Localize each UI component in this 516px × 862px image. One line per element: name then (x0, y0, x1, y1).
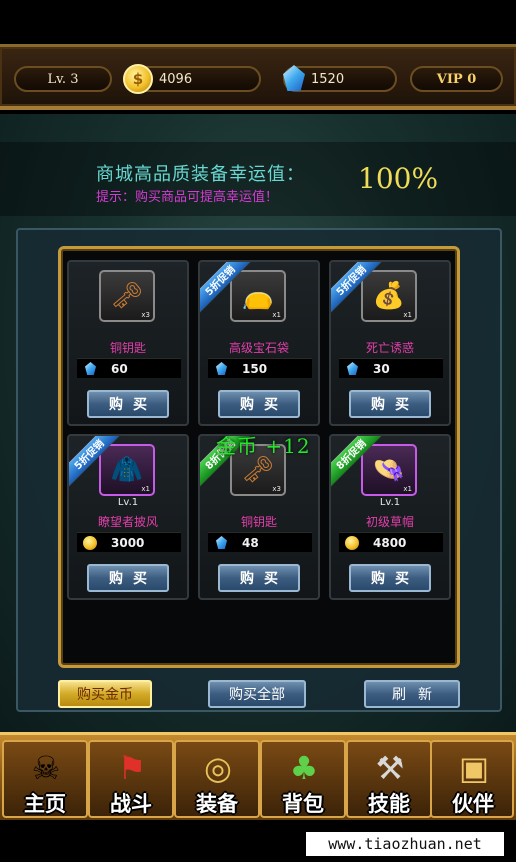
nav-label: 背包 (282, 792, 324, 816)
nav-label: 装备 (196, 792, 238, 816)
gold-coin-icon: $ (123, 64, 153, 94)
price-value: 150 (242, 361, 268, 376)
cloak-icon[interactable]: 🧥 x1 (99, 444, 155, 496)
buy-gold-button[interactable]: 购买金币 (58, 680, 152, 708)
gold-coin-icon (345, 536, 359, 550)
nav-skills[interactable]: ⚒ 技能 (346, 740, 432, 818)
item-qty: x1 (141, 485, 150, 493)
gold-gain-popup: 金币 +12 (216, 434, 311, 458)
price-value: 48 (242, 535, 259, 550)
price-value: 30 (373, 361, 390, 376)
status-bar: Lv. 3 $ 4096 1520 VIP 0 (0, 44, 516, 110)
equipment-ring-icon: ◎ (204, 749, 232, 787)
top-black-bar (0, 0, 516, 44)
luck-value: 100% (358, 162, 439, 195)
gem-icon (283, 65, 305, 91)
item-name: 铜钥匙 (240, 515, 277, 529)
nav-label: 战斗 (110, 792, 152, 816)
nav-bag[interactable]: ♣ 背包 (260, 740, 346, 818)
shop-item-card: 🗝 x3 铜钥匙 60 购买 (67, 260, 189, 426)
gold-amount: 4096 (159, 71, 193, 87)
vip-button[interactable]: VIP 0 (410, 66, 503, 92)
item-name: 死亡诱惑 (365, 341, 414, 355)
skull-hat-icon: ☠ (31, 749, 61, 787)
item-name: 初级草帽 (365, 515, 414, 529)
item-qty: x1 (272, 311, 281, 319)
nav-equipment[interactable]: ◎ 装备 (174, 740, 260, 818)
money-bag-icon: ♣ (289, 749, 319, 787)
gold-display[interactable]: $ 4096 (123, 64, 261, 94)
vip-text: VIP 0 (436, 71, 477, 87)
watermark: www.tiaozhuan.net (306, 832, 504, 856)
buy-button[interactable]: 购买 (349, 390, 431, 418)
item-price: 4800 (339, 532, 443, 552)
item-name: 铜钥匙 (109, 341, 146, 355)
buy-all-button[interactable]: 购买全部 (208, 680, 306, 708)
shop-item-card: 🧥 x1 5折促销 Lv.1 瞭望者披风 3000 购买 (67, 434, 189, 600)
nav-home[interactable]: ☠ 主页 (2, 740, 88, 818)
item-qty: x3 (272, 485, 281, 493)
buy-button[interactable]: 购买 (349, 564, 431, 592)
item-level: Lv.1 (117, 497, 139, 508)
treasure-pile-icon[interactable]: 💰 x1 (361, 270, 417, 322)
nav-label: 技能 (368, 792, 410, 816)
gem-icon (347, 362, 358, 375)
luck-title: 商城高品质装备幸运值： (96, 164, 305, 185)
hammer-icon: ⚒ (375, 749, 405, 787)
shop-item-card: 👝 x1 5折促销 高级宝石袋 150 购买 (198, 260, 320, 426)
gold-coin-icon (83, 536, 97, 550)
level-display: Lv. 3 (14, 66, 112, 92)
item-qty: x1 (403, 311, 412, 319)
gem-bag-icon[interactable]: 👝 x1 (230, 270, 286, 322)
item-price: 48 (208, 532, 312, 552)
nav-label: 主页 (24, 792, 66, 816)
item-price: 60 (77, 358, 181, 378)
copper-key-icon[interactable]: 🗝 x3 (99, 270, 155, 322)
item-price: 30 (339, 358, 443, 378)
shop-item-card: 💰 x1 5折促销 死亡诱惑 30 购买 (329, 260, 451, 426)
item-qty: x3 (141, 311, 150, 319)
item-price: 150 (208, 358, 312, 378)
buy-button[interactable]: 购买 (87, 390, 169, 418)
gem-display[interactable]: 1520 (283, 65, 397, 92)
refresh-button[interactable]: 刷新 (364, 680, 460, 708)
nav-label: 伙伴 (452, 792, 494, 816)
shop-item-card: 👒 x1 8折促销 Lv.1 初级草帽 4800 购买 (329, 434, 451, 600)
price-value: 4800 (373, 535, 407, 550)
item-qty: x1 (403, 485, 412, 493)
pirate-flag-icon: ⚑ (117, 749, 147, 787)
price-value: 3000 (111, 535, 145, 550)
gem-icon (85, 362, 96, 375)
gem-icon (216, 362, 227, 375)
partner-card-icon: ▣ (458, 749, 490, 787)
item-name: 瞭望者披风 (97, 515, 158, 529)
item-level: Lv.1 (379, 497, 401, 508)
luck-hint: 提示：购买商品可提高幸运值！ (96, 190, 279, 205)
straw-hat-icon[interactable]: 👒 x1 (361, 444, 417, 496)
buy-button[interactable]: 购买 (218, 564, 300, 592)
nav-battle[interactable]: ⚑ 战斗 (88, 740, 174, 818)
buy-button[interactable]: 购买 (87, 564, 169, 592)
gem-amount: 1520 (311, 71, 345, 87)
buy-button[interactable]: 购买 (218, 390, 300, 418)
price-value: 60 (111, 361, 128, 376)
level-text: Lv. 3 (47, 71, 79, 87)
gem-icon (216, 536, 227, 549)
item-name: 高级宝石袋 (228, 341, 289, 355)
item-price: 3000 (77, 532, 181, 552)
nav-partner[interactable]: ▣ 伙伴 (430, 740, 514, 818)
